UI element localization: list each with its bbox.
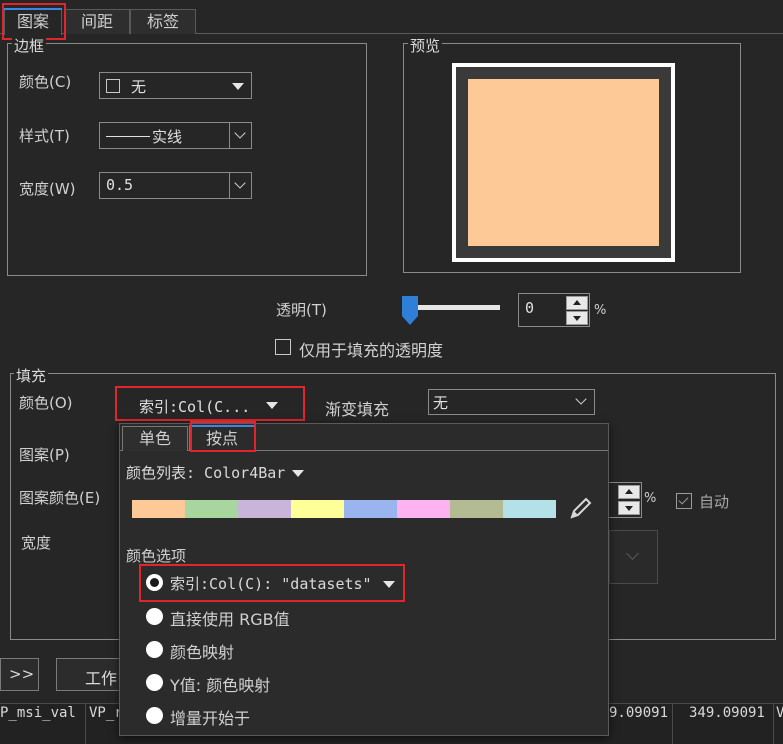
border-style-combo[interactable]: 实线 <box>99 122 252 149</box>
color-swatch <box>397 500 450 518</box>
chevron-down-icon <box>229 173 251 198</box>
border-color-label: 颜色(C) <box>19 73 72 91</box>
table-cell[interactable]: 349.09091 <box>689 705 765 721</box>
fill-only-transparency-label: 仅用于填充的透明度 <box>299 341 444 360</box>
border-style-value: 实线 <box>152 128 183 146</box>
transparency-unit: % <box>594 303 607 318</box>
expand-button-label: >> <box>9 665 35 683</box>
preview-fill <box>468 79 659 246</box>
border-group-legend: 边框 <box>12 35 47 56</box>
color-swatch <box>291 500 344 518</box>
popup-tab-by-point[interactable]: 按点 <box>189 425 255 451</box>
tab-labels[interactable]: 标签 <box>130 9 196 34</box>
popup-tab-solid-label: 单色 <box>138 429 171 448</box>
color-list-label: 颜色列表: Color4Bar <box>126 464 286 482</box>
column-header-cell[interactable]: VP_r <box>89 705 123 721</box>
option-radio-increment[interactable] <box>146 707 163 724</box>
table-cell[interactable]: V <box>776 705 783 721</box>
fill-color-combo[interactable]: 索引:Col(C... <box>119 390 286 420</box>
border-width-label: 宽度(W) <box>19 180 76 198</box>
color-swatch <box>238 500 291 518</box>
option-label-index[interactable]: 索引:Col(C): "datasets" <box>170 573 395 594</box>
option-label-y-colormap[interactable]: Y值: 颜色映射 <box>170 672 270 696</box>
border-style-label: 样式(T) <box>19 127 70 145</box>
solid-line-sample-icon <box>106 136 150 137</box>
preview-frame <box>452 63 675 262</box>
transparency-spinbox[interactable]: 0 <box>518 293 590 327</box>
option-label-colormap[interactable]: 颜色映射 <box>170 639 234 663</box>
fill-only-transparency-checkbox[interactable] <box>275 339 291 355</box>
color-list-combo[interactable]: 颜色列表: Color4Bar <box>126 462 305 483</box>
fill-width-label: 宽度 <box>21 534 52 552</box>
fill-color-value: 索引:Col(C... <box>139 398 251 416</box>
border-color-combo[interactable]: 无 <box>99 72 252 99</box>
option-radio-y-colormap[interactable] <box>146 674 163 691</box>
tab-pattern-label: 图案 <box>16 12 49 31</box>
fill-group-legend: 填充 <box>14 365 49 386</box>
option-radio-colormap[interactable] <box>146 641 163 658</box>
color-swatch <box>185 500 238 518</box>
popup-tab-by-point-label: 按点 <box>205 429 238 448</box>
expand-button[interactable]: >> <box>0 658 39 691</box>
pencil-edit-icon[interactable] <box>568 497 594 521</box>
auto-label: 自动 <box>699 493 730 511</box>
tab-labels-label: 标签 <box>146 12 179 31</box>
dropdown-caret-icon <box>292 470 305 477</box>
fill-color-label: 颜色(O) <box>19 394 73 412</box>
no-color-swatch-icon <box>106 79 120 93</box>
dropdown-caret-icon <box>232 83 244 90</box>
color-swatch <box>344 500 397 518</box>
option-label-increment[interactable]: 增量开始于 <box>170 705 250 729</box>
dropdown-caret-icon <box>382 581 395 588</box>
popup-tab-solid[interactable]: 单色 <box>122 426 188 451</box>
chevron-down-icon <box>229 123 251 148</box>
gradient-fill-combo[interactable]: 无 <box>428 389 595 415</box>
transparency-value: 0 <box>525 299 535 317</box>
preview-group-legend: 预览 <box>408 35 443 56</box>
chevron-down-icon <box>571 389 593 414</box>
transparency-label: 透明(T) <box>276 301 327 319</box>
pattern-label: 图案(P) <box>19 446 70 464</box>
checkmark-icon <box>678 494 689 505</box>
fill-width-combo[interactable] <box>609 530 658 584</box>
color-swatch <box>132 500 185 518</box>
work-button[interactable]: 工作 <box>56 658 126 691</box>
option-radio-rgb[interactable] <box>146 608 163 625</box>
tab-spacing-label: 间距 <box>80 12 113 31</box>
spin-up-icon[interactable] <box>618 485 640 499</box>
dropdown-caret-icon <box>266 402 278 409</box>
color-options-title: 颜色选项 <box>126 547 187 565</box>
chevron-down-icon <box>626 547 639 560</box>
color-swatch <box>503 500 556 518</box>
spin-up-icon[interactable] <box>566 296 588 310</box>
auto-checkbox[interactable] <box>676 493 692 509</box>
gradient-fill-label: 渐变填充 <box>325 400 390 419</box>
color-picker-popup: 单色 按点 颜色列表: Color4Bar 颜色选项 索引:Col(C): "d… <box>119 421 609 736</box>
border-width-combo[interactable]: 0.5 <box>99 172 252 199</box>
transparency-slider-thumb[interactable] <box>402 296 418 325</box>
gradient-fill-value: 无 <box>433 394 449 412</box>
pattern-percent-unit: % <box>644 491 657 506</box>
option-radio-index[interactable] <box>146 574 163 591</box>
table-cell[interactable]: 9.09091 <box>609 705 668 721</box>
tab-pattern[interactable]: 图案 <box>4 8 62 35</box>
work-button-label: 工作 <box>85 669 118 688</box>
column-header-cell[interactable]: P_msi_val <box>0 705 76 721</box>
border-width-value: 0.5 <box>106 176 134 194</box>
spin-down-icon[interactable] <box>618 501 640 515</box>
spin-down-icon[interactable] <box>566 311 588 325</box>
pattern-color-label: 图案颜色(E) <box>19 489 101 507</box>
option-label-rgb[interactable]: 直接使用 RGB值 <box>170 606 290 630</box>
color-swatch <box>450 500 503 518</box>
border-color-value: 无 <box>131 78 147 96</box>
tab-spacing[interactable]: 间距 <box>64 9 130 34</box>
